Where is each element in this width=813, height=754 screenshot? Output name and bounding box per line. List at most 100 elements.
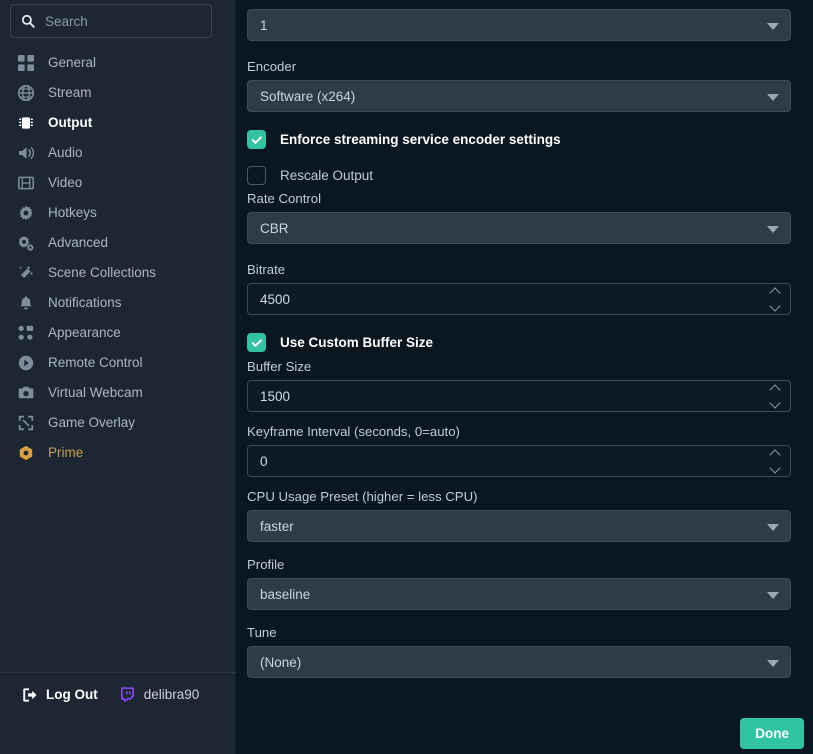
keyframe-interval-label: Keyframe Interval (seconds, 0=auto) xyxy=(247,424,460,439)
sidebar-item-output[interactable]: Output xyxy=(0,108,236,138)
rate-control-select[interactable]: CBR xyxy=(247,212,791,244)
enforce-encoder-settings-checkbox[interactable] xyxy=(247,130,266,149)
sidebar-item-label: Hotkeys xyxy=(48,205,97,221)
buffer-size-input[interactable]: 1500 xyxy=(247,380,791,412)
sidebar-item-advanced[interactable]: Advanced xyxy=(0,228,236,258)
rescale-output-label: Rescale Output xyxy=(280,168,374,183)
bitrate-label: Bitrate xyxy=(247,262,286,277)
bitrate-value: 4500 xyxy=(260,291,291,307)
chip-icon xyxy=(17,114,35,132)
chevron-down-icon[interactable] xyxy=(770,400,781,407)
chevron-down-icon[interactable] xyxy=(770,303,781,310)
buffer-size-value: 1500 xyxy=(260,388,291,404)
search-container xyxy=(10,4,212,38)
log-out-label: Log Out xyxy=(46,687,98,702)
keyframe-interval-stepper[interactable] xyxy=(770,450,781,472)
encoder-value: Software (x264) xyxy=(260,88,356,104)
output-settings-panel: Audio Track 1 Encoder Software (x264) En… xyxy=(236,0,813,754)
cpu-usage-preset-label: CPU Usage Preset (higher = less CPU) xyxy=(247,489,478,504)
sidebar-item-general[interactable]: General xyxy=(0,48,236,78)
tune-label: Tune xyxy=(247,625,277,640)
use-custom-buffer-size-checkbox-row[interactable]: Use Custom Buffer Size xyxy=(247,333,801,352)
audio-track-label: Audio Track xyxy=(247,0,801,4)
settings-sidebar: General Stream xyxy=(0,0,236,754)
sidebar-item-appearance[interactable]: Appearance xyxy=(0,318,236,348)
camera-icon xyxy=(17,384,35,402)
rescale-output-checkbox[interactable] xyxy=(247,166,266,185)
settings-nav: General Stream Output Audio Video Hotkey… xyxy=(0,48,236,468)
keyframe-interval-value: 0 xyxy=(260,453,268,469)
output-settings-form: Audio Track 1 Encoder Software (x264) En… xyxy=(247,0,801,678)
profile-label: Profile xyxy=(247,557,285,572)
sidebar-item-label: Scene Collections xyxy=(48,265,157,281)
sidebar-item-virtual-webcam[interactable]: Virtual Webcam xyxy=(0,378,236,408)
bitrate-input[interactable]: 4500 xyxy=(247,283,791,315)
done-button[interactable]: Done xyxy=(740,718,804,749)
chevron-down-icon xyxy=(767,23,779,30)
sidebar-item-label: Remote Control xyxy=(48,355,143,371)
settings-window: General Stream xyxy=(0,0,813,754)
sidebar-item-label: Advanced xyxy=(48,235,109,251)
account-chip[interactable]: delibra90 xyxy=(120,687,200,702)
rescale-output-checkbox-row[interactable]: Rescale Output xyxy=(247,166,801,185)
account-username: delibra90 xyxy=(143,687,200,702)
sidebar-item-label: Stream xyxy=(48,85,92,101)
audio-track-select[interactable]: 1 xyxy=(247,9,791,41)
sidebar-item-video[interactable]: Video xyxy=(0,168,236,198)
globe-icon xyxy=(17,84,35,102)
keyframe-interval-input[interactable]: 0 xyxy=(247,445,791,477)
chevron-down-icon xyxy=(767,94,779,101)
play-circle-icon xyxy=(17,354,35,372)
log-out-button[interactable]: Log Out xyxy=(22,687,98,703)
cpu-usage-preset-select[interactable]: faster xyxy=(247,510,791,542)
twitch-icon xyxy=(120,687,135,702)
sidebar-item-label: Audio xyxy=(48,145,83,161)
sidebar-item-game-overlay[interactable]: Game Overlay xyxy=(0,408,236,438)
chevron-down-icon[interactable] xyxy=(770,465,781,472)
bell-icon xyxy=(17,294,35,312)
expand-icon xyxy=(17,414,35,432)
sidebar-footer: Log Out delibra90 xyxy=(0,672,236,716)
sidebar-item-label: General xyxy=(48,55,97,71)
sidebar-item-label: Appearance xyxy=(48,325,121,341)
dots-icon xyxy=(17,324,35,342)
chevron-down-icon xyxy=(767,660,779,667)
chevron-up-icon[interactable] xyxy=(770,450,781,457)
bitrate-stepper[interactable] xyxy=(770,288,781,310)
buffer-size-label: Buffer Size xyxy=(247,359,312,374)
use-custom-buffer-size-label: Use Custom Buffer Size xyxy=(280,335,434,350)
audio-track-value: 1 xyxy=(260,17,268,33)
chevron-up-icon[interactable] xyxy=(770,288,781,295)
sidebar-item-remote-control[interactable]: Remote Control xyxy=(0,348,236,378)
encoder-label: Encoder xyxy=(247,59,297,74)
sidebar-item-audio[interactable]: Audio xyxy=(0,138,236,168)
chevron-down-icon xyxy=(767,524,779,531)
enforce-encoder-settings-checkbox-row[interactable]: Enforce streaming service encoder settin… xyxy=(247,130,801,149)
cpu-usage-preset-value: faster xyxy=(260,518,294,534)
sidebar-item-label: Notifications xyxy=(48,295,122,311)
tune-select[interactable]: (None) xyxy=(247,646,791,678)
sidebar-item-notifications[interactable]: Notifications xyxy=(0,288,236,318)
sidebar-item-scene-collections[interactable]: Scene Collections xyxy=(0,258,236,288)
sidebar-item-prime[interactable]: Prime xyxy=(0,438,236,468)
gears-icon xyxy=(17,234,35,252)
rate-control-value: CBR xyxy=(260,220,289,236)
buffer-size-stepper[interactable] xyxy=(770,385,781,407)
sidebar-item-hotkeys[interactable]: Hotkeys xyxy=(0,198,236,228)
search-box[interactable] xyxy=(10,4,212,38)
search-icon xyxy=(21,14,35,28)
gear-icon xyxy=(17,204,35,222)
rate-control-label: Rate Control xyxy=(247,191,322,206)
chevron-down-icon xyxy=(767,592,779,599)
profile-value: baseline xyxy=(260,586,311,602)
search-input[interactable] xyxy=(45,13,201,29)
grid-icon xyxy=(17,54,35,72)
encoder-select[interactable]: Software (x264) xyxy=(247,80,791,112)
chevron-up-icon[interactable] xyxy=(770,385,781,392)
sidebar-item-label: Virtual Webcam xyxy=(48,385,143,401)
sidebar-item-stream[interactable]: Stream xyxy=(0,78,236,108)
profile-select[interactable]: baseline xyxy=(247,578,791,610)
use-custom-buffer-size-checkbox[interactable] xyxy=(247,333,266,352)
speaker-icon xyxy=(17,144,35,162)
sidebar-item-label: Prime xyxy=(48,445,84,461)
